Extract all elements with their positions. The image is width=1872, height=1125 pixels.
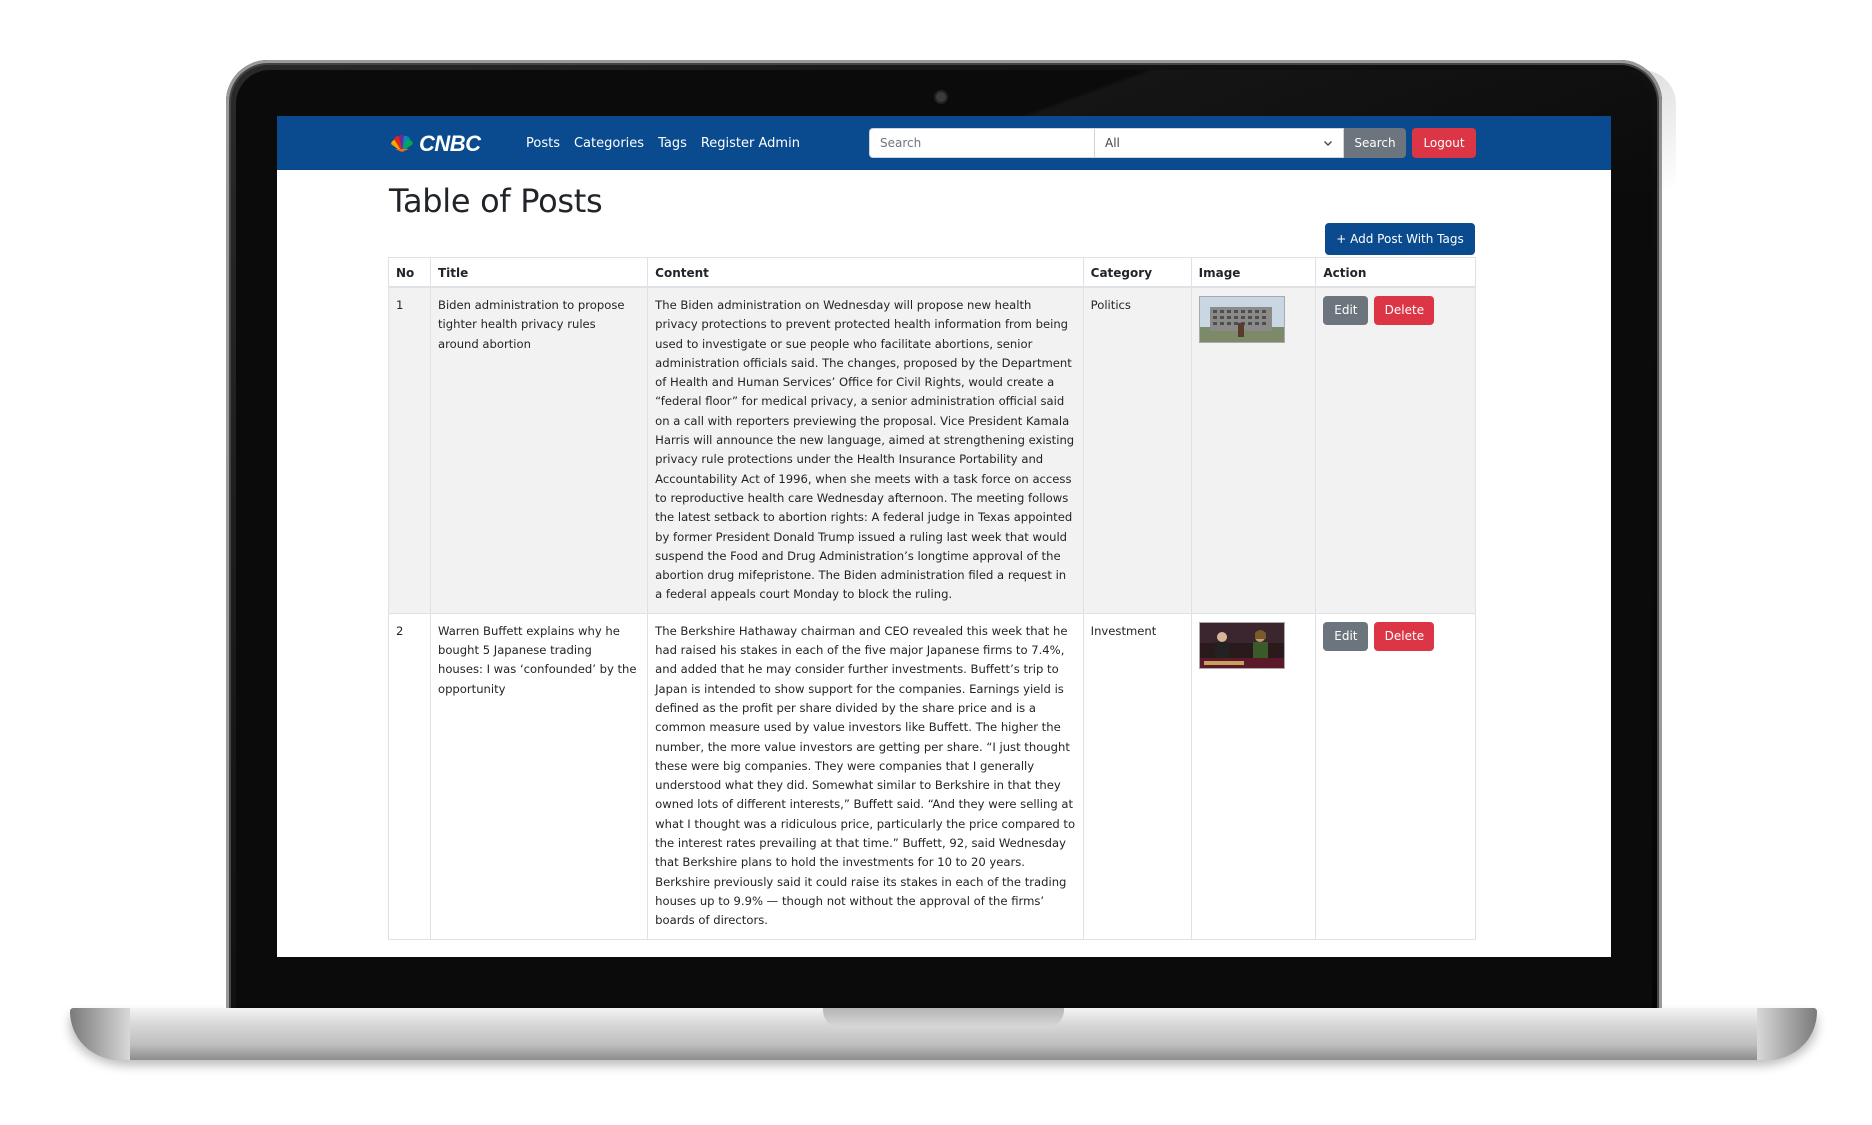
posts-table: No Title Content Category Image Action 1…	[388, 257, 1476, 940]
cell-image	[1190, 612, 1317, 940]
nav-categories-link[interactable]: Categories	[574, 136, 644, 151]
brand-logo[interactable]: CNBC	[389, 131, 481, 156]
navbar: CNBC Posts Categories Tags Register Admi…	[277, 116, 1611, 170]
column-header-image: Image	[1190, 257, 1317, 288]
edit-button[interactable]: Edit	[1323, 621, 1369, 651]
search-input[interactable]	[869, 128, 1095, 158]
webcam-icon	[936, 92, 946, 102]
building-photo-icon[interactable]	[1198, 296, 1285, 343]
category-filter-select[interactable]: All	[1095, 128, 1344, 158]
nav-links: Posts Categories Tags Register Admin	[526, 116, 800, 170]
search-group: All Search	[869, 128, 1406, 158]
brand-logo-text: CNBC	[419, 131, 481, 156]
column-header-title: Title	[429, 257, 649, 288]
cell-action: Edit Delete	[1315, 612, 1476, 940]
cell-category: Politics	[1082, 286, 1192, 614]
search-button[interactable]: Search	[1344, 128, 1406, 158]
column-header-action: Action	[1315, 257, 1476, 288]
table-header-row: No Title Content Category Image Action	[388, 257, 1476, 288]
logout-button[interactable]: Logout	[1412, 128, 1476, 158]
table-row: 2 Warren Buffett explains why he bought …	[388, 612, 1476, 940]
cell-content: The Berkshire Hathaway chairman and CEO …	[647, 612, 1084, 940]
laptop-base-edge-left	[70, 1008, 130, 1060]
column-header-category: Category	[1082, 257, 1192, 288]
cell-title: Warren Buffett explains why he bought 5 …	[429, 612, 649, 940]
cell-no: 1	[388, 286, 431, 614]
column-header-content: Content	[647, 257, 1084, 288]
add-post-with-tags-button[interactable]: + Add Post With Tags	[1325, 223, 1475, 255]
delete-button[interactable]: Delete	[1374, 621, 1435, 651]
laptop-base-edge-right	[1757, 1008, 1817, 1060]
nav-tags-link[interactable]: Tags	[658, 136, 687, 151]
chevron-down-icon	[1324, 141, 1332, 146]
edit-button[interactable]: Edit	[1323, 296, 1369, 325]
laptop-hinge-notch	[823, 1008, 1064, 1028]
page-title: Table of Posts	[389, 182, 603, 220]
cell-category: Investment	[1082, 612, 1192, 940]
delete-button[interactable]: Delete	[1374, 296, 1435, 325]
category-filter-value: All	[1105, 136, 1120, 150]
peacock-icon	[391, 135, 413, 152]
nav-posts-link[interactable]: Posts	[526, 136, 560, 151]
nav-register-admin-link[interactable]: Register Admin	[701, 136, 800, 151]
cell-title: Biden administration to propose tighter …	[429, 286, 649, 614]
row-actions: Edit Delete	[1323, 621, 1468, 651]
cell-action: Edit Delete	[1315, 286, 1476, 614]
cell-no: 2	[388, 612, 431, 940]
cell-content: The Biden administration on Wednesday wi…	[647, 286, 1084, 614]
screen: CNBC Posts Categories Tags Register Admi…	[277, 116, 1611, 957]
table-row: 1 Biden administration to propose tighte…	[388, 286, 1476, 614]
row-actions: Edit Delete	[1323, 296, 1468, 325]
cell-image	[1190, 286, 1317, 614]
interview-photo-icon[interactable]	[1198, 621, 1285, 669]
column-header-no: No	[388, 257, 431, 288]
